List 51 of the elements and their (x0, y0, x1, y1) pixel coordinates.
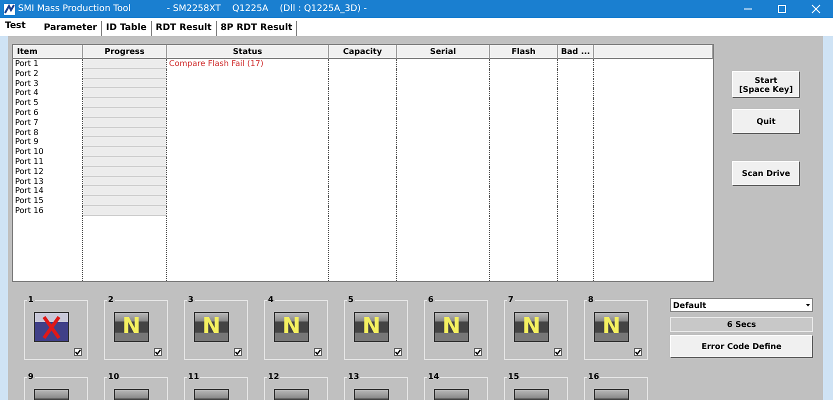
profile-dropdown[interactable]: Default (670, 298, 813, 312)
port-number: 14 (427, 373, 440, 381)
port-number: 16 (587, 373, 600, 381)
port-number: 11 (187, 373, 200, 381)
port-number: 10 (107, 373, 120, 381)
port-status-indicator: N (514, 312, 549, 342)
app-icon (4, 4, 15, 14)
port-checkbox[interactable] (234, 348, 242, 356)
port-number: 6 (427, 296, 435, 304)
action-button[interactable]: Start [Space Key] (732, 71, 800, 98)
window-subtitle: - SM2258XT Q1225A (Dll : Q1225A_3D) - (166, 4, 367, 14)
port-checkbox[interactable] (314, 348, 322, 356)
port-status-indicator: N (594, 312, 629, 342)
status-text: Compare Flash Fail (17) (169, 59, 264, 68)
port-number: 9 (27, 373, 35, 381)
port-number: 7 (507, 296, 515, 304)
port-checkbox[interactable] (474, 348, 482, 356)
window-title: SMI Mass Production Tool (18, 4, 131, 14)
port-number: 12 (267, 373, 280, 381)
column-header[interactable]: Progress (83, 45, 167, 59)
port-number: 1 (27, 296, 35, 304)
port-status-indicator: N (274, 312, 309, 342)
port-number: 8 (587, 296, 595, 304)
port-checkbox[interactable] (154, 348, 162, 356)
port-status-indicator: N (114, 312, 149, 342)
action-button[interactable]: Quit (732, 109, 800, 134)
port-number: 2 (107, 296, 115, 304)
port-number: 4 (267, 296, 275, 304)
port-checkbox[interactable] (74, 348, 82, 356)
port-status-indicator: N (194, 312, 229, 342)
column-header[interactable]: Flash (490, 45, 558, 59)
column-header[interactable]: Item (13, 45, 83, 59)
port-status-indicator: N (354, 312, 389, 342)
column-header[interactable]: Serial (397, 45, 490, 59)
column-header[interactable]: Capacity (329, 45, 397, 59)
timer-display: 6 Secs (670, 317, 813, 332)
port-checkbox[interactable] (394, 348, 402, 356)
action-button[interactable]: Scan Drive (732, 161, 800, 186)
port-number: 3 (187, 296, 195, 304)
column-header[interactable]: Bad ... (558, 45, 594, 59)
maximize-icon[interactable] (777, 4, 787, 14)
port-number: 13 (347, 373, 360, 381)
port-number: 5 (347, 296, 355, 304)
port-status-indicator: N (434, 312, 469, 342)
cross-icon (34, 312, 69, 342)
port-checkbox[interactable] (634, 348, 642, 356)
close-icon[interactable] (811, 4, 821, 14)
port-number: 15 (507, 373, 520, 381)
port-checkbox[interactable] (554, 348, 562, 356)
error-code-define-button[interactable]: Error Code Define (670, 335, 813, 358)
column-header[interactable]: Status (167, 45, 329, 59)
